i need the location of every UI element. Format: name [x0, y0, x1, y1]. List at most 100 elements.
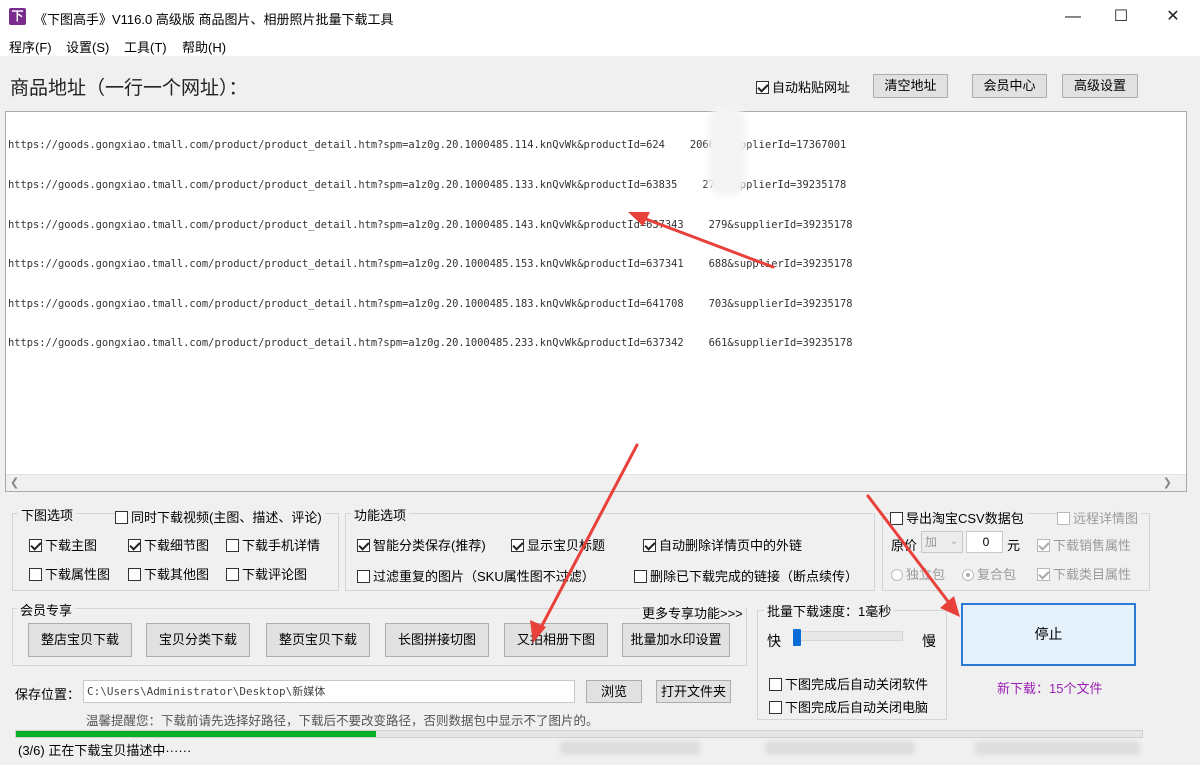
- export-csv-checkbox[interactable]: 导出淘宝CSV数据包: [890, 508, 1027, 527]
- check-box[interactable]: [769, 678, 782, 691]
- radio-circle[interactable]: [891, 569, 903, 581]
- auto-paste-checkbox[interactable]: 自动粘贴网址: [756, 77, 850, 96]
- download-sales-attr-checkbox[interactable]: 下载销售属性: [1037, 535, 1131, 554]
- scroll-right-icon[interactable]: ❯: [1163, 476, 1172, 489]
- redaction-blur: [708, 105, 746, 197]
- status-text: (3/6) 正在下载宝贝描述中······: [18, 743, 192, 758]
- batch-watermark-button[interactable]: 批量加水印设置: [622, 623, 730, 657]
- check-box[interactable]: [29, 539, 42, 552]
- download-mobile-detail-checkbox[interactable]: 下载手机详情: [226, 535, 320, 554]
- download-main-image-checkbox[interactable]: 下载主图: [29, 535, 97, 554]
- browse-button[interactable]: 浏览: [586, 680, 642, 703]
- delete-finished-links-checkbox[interactable]: 删除已下载完成的链接（断点续传）: [634, 566, 858, 585]
- download-other-image-checkbox[interactable]: 下载其他图: [128, 564, 209, 583]
- auto-paste-label: 自动粘贴网址: [772, 80, 851, 95]
- shop-download-button[interactable]: 整店宝贝下载: [28, 623, 132, 657]
- check-box[interactable]: [1037, 539, 1050, 552]
- filter-duplicate-images-checkbox[interactable]: 过滤重复的图片（SKU属性图不过滤）: [357, 566, 595, 585]
- price-operator-select[interactable]: 加 ⌄: [921, 531, 963, 553]
- price-unit-label: 元: [1007, 538, 1021, 553]
- speed-title: 批量下载速度：1毫秒: [764, 601, 895, 620]
- show-item-title-checkbox[interactable]: 显示宝贝标题: [511, 535, 605, 554]
- chevron-down-icon: ⌄: [949, 536, 958, 547]
- check-box[interactable]: [357, 539, 370, 552]
- category-download-button[interactable]: 宝贝分类下载: [146, 623, 250, 657]
- combined-pack-radio[interactable]: 复合包: [962, 564, 1016, 583]
- download-progress-bar: [15, 730, 1143, 738]
- check-box[interactable]: [643, 539, 656, 552]
- check-box[interactable]: [128, 539, 141, 552]
- check-box[interactable]: [226, 568, 239, 581]
- save-path-input[interactable]: C:\Users\Administrator\Desktop\新媒体: [83, 680, 575, 703]
- check-box[interactable]: [769, 701, 782, 714]
- minimize-button[interactable]: —: [1048, 0, 1098, 34]
- check-box[interactable]: [1057, 512, 1070, 525]
- download-video-check-box[interactable]: [115, 511, 128, 524]
- clear-urls-button[interactable]: 清空地址: [873, 74, 948, 98]
- redacted-status: [765, 741, 915, 755]
- single-pack-radio[interactable]: 独立包: [891, 564, 945, 583]
- download-video-checkbox[interactable]: 同时下载视频(主图、描述、评论): [115, 507, 325, 526]
- long-image-stitch-button[interactable]: 长图拼接切图: [385, 623, 489, 657]
- redacted-status: [560, 741, 700, 755]
- check-box[interactable]: [357, 570, 370, 583]
- checkbox-label: 过滤重复的图片（SKU属性图不过滤）: [373, 569, 595, 584]
- url-line: https://goods.gongxiao.tmall.com/product…: [8, 218, 853, 231]
- check-box[interactable]: [634, 570, 647, 583]
- smart-category-save-checkbox[interactable]: 智能分类保存(推荐): [357, 535, 486, 554]
- menu-settings[interactable]: 设置(S): [66, 37, 109, 56]
- download-category-attr-checkbox[interactable]: 下载类目属性: [1037, 564, 1131, 583]
- remote-detail-label: 远程详情图: [1073, 511, 1139, 526]
- price-adjust-input[interactable]: 0: [966, 531, 1003, 553]
- checkbox-label: 下图完成后自动关闭软件: [785, 677, 929, 692]
- checkbox-label: 自动删除详情页中的外链: [659, 538, 803, 553]
- checkbox-label: 删除已下载完成的链接（断点续传）: [650, 569, 859, 584]
- more-features-link[interactable]: 更多专享功能>>>: [640, 603, 745, 622]
- advanced-settings-button[interactable]: 高级设置: [1062, 74, 1138, 98]
- checkbox-label: 下载细节图: [144, 538, 210, 553]
- check-box[interactable]: [890, 512, 903, 525]
- checkbox-label: 下载主图: [45, 538, 98, 553]
- menu-program[interactable]: 程序(F): [9, 37, 52, 56]
- download-options-title: 下图选项: [18, 505, 77, 524]
- close-button[interactable]: ✕: [1148, 0, 1198, 34]
- check-box[interactable]: [511, 539, 524, 552]
- download-review-image-checkbox[interactable]: 下载评论图: [226, 564, 307, 583]
- member-exclusive-title: 会员专享: [17, 600, 76, 619]
- menu-tools[interactable]: 工具(T): [124, 37, 167, 56]
- checkbox-label: 下载其他图: [144, 567, 210, 582]
- url-line: https://goods.gongxiao.tmall.com/product…: [8, 297, 853, 310]
- auto-paste-check-box[interactable]: [756, 81, 769, 94]
- auto-remove-external-links-checkbox[interactable]: 自动删除详情页中的外链: [643, 535, 802, 554]
- stop-button[interactable]: 停止: [961, 603, 1136, 666]
- scroll-left-icon[interactable]: ❮: [10, 476, 19, 489]
- download-attribute-image-checkbox[interactable]: 下载属性图: [29, 564, 110, 583]
- check-box[interactable]: [29, 568, 42, 581]
- speed-slider-thumb[interactable]: [793, 629, 801, 646]
- checkbox-label: 下载类目属性: [1053, 567, 1132, 582]
- export-csv-label: 导出淘宝CSV数据包: [906, 511, 1024, 526]
- remote-detail-image-checkbox[interactable]: 远程详情图: [1057, 508, 1142, 527]
- youpai-album-download-button[interactable]: 又拍相册下图: [504, 623, 608, 657]
- price-operator-value: 加: [925, 535, 938, 549]
- radio-circle[interactable]: [962, 569, 974, 581]
- url-textarea[interactable]: https://goods.gongxiao.tmall.com/product…: [5, 111, 1187, 492]
- auto-shutdown-checkbox[interactable]: 下图完成后自动关闭电脑: [769, 697, 928, 716]
- maximize-button[interactable]: ☐: [1096, 0, 1146, 34]
- checkbox-label: 智能分类保存(推荐): [373, 538, 486, 553]
- download-detail-image-checkbox[interactable]: 下载细节图: [128, 535, 209, 554]
- download-video-label: 同时下载视频(主图、描述、评论): [131, 510, 322, 525]
- horizontal-scrollbar[interactable]: ❮ ❯: [6, 474, 1186, 491]
- menu-help[interactable]: 帮助(H): [182, 37, 226, 56]
- page-download-button[interactable]: 整页宝贝下载: [266, 623, 370, 657]
- open-folder-button[interactable]: 打开文件夹: [656, 680, 731, 703]
- fast-label: 快: [767, 633, 781, 649]
- member-center-button[interactable]: 会员中心: [972, 74, 1047, 98]
- speed-slider-track[interactable]: [795, 631, 903, 641]
- check-box[interactable]: [128, 568, 141, 581]
- check-box[interactable]: [226, 539, 239, 552]
- check-box[interactable]: [1037, 568, 1050, 581]
- function-options-title: 功能选项: [351, 505, 410, 524]
- url-line: https://goods.gongxiao.tmall.com/product…: [8, 258, 853, 271]
- auto-close-software-checkbox[interactable]: 下图完成后自动关闭软件: [769, 674, 928, 693]
